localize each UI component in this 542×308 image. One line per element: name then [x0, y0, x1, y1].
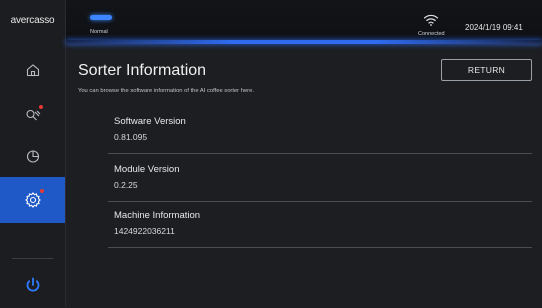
page-description: You can browse the software information …	[78, 88, 254, 94]
gear-icon	[24, 191, 42, 209]
power-icon	[24, 276, 42, 294]
notification-badge	[40, 189, 44, 193]
top-bar	[66, 0, 542, 42]
connection-status: Connected	[418, 31, 445, 37]
home-icon	[25, 62, 41, 78]
wifi-icon	[423, 13, 439, 32]
info-row-software-version: Software Version 0.81.095	[108, 108, 532, 154]
pie-chart-icon	[25, 148, 41, 164]
sidebar-item-statistics[interactable]	[0, 133, 65, 179]
datetime-display: 2024/1/19 09:41	[465, 23, 523, 32]
info-row-machine-information: Machine Information 1424922036211	[108, 202, 532, 248]
row-divider	[108, 153, 532, 154]
info-value: 1424922036211	[114, 226, 175, 236]
page-title: Sorter Information	[78, 62, 207, 79]
sidebar-item-home[interactable]	[0, 47, 65, 93]
return-button[interactable]: RETURN	[441, 59, 532, 81]
power-button[interactable]	[0, 262, 65, 308]
info-label: Module Version	[114, 164, 180, 175]
tools-icon	[24, 107, 42, 123]
sidebar: avercasso	[0, 0, 66, 307]
notification-badge	[39, 105, 43, 109]
info-value: 0.2.25	[114, 180, 138, 190]
sidebar-item-settings[interactable]	[0, 177, 65, 223]
sidebar-item-tools[interactable]	[0, 92, 65, 138]
info-value: 0.81.095	[114, 132, 148, 142]
info-label: Software Version	[114, 116, 186, 127]
info-label: Machine Information	[114, 210, 201, 221]
brand-logo: avercasso	[10, 14, 55, 26]
status-indicator	[90, 15, 112, 20]
status-label: Normal	[90, 29, 108, 35]
top-bar-glow	[66, 40, 542, 44]
info-row-module-version: Module Version 0.2.25	[108, 156, 532, 202]
row-divider	[108, 247, 532, 248]
sidebar-divider	[12, 258, 53, 259]
